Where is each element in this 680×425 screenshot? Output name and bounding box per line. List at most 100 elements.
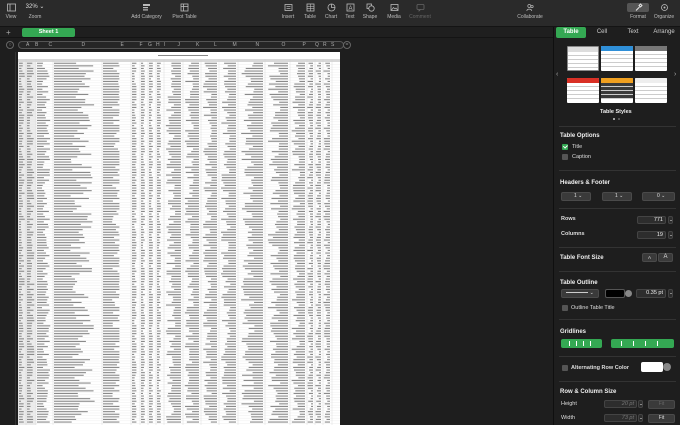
- alt-color-wheel-icon[interactable]: [663, 363, 671, 371]
- collaborate-button[interactable]: Collaborate: [512, 3, 548, 20]
- collaborate-icon: [525, 3, 535, 12]
- tab-cell[interactable]: Cell: [587, 27, 617, 38]
- shape-label: Shape: [362, 14, 378, 20]
- format-inspector: Table Cell Text Arrange ‹ › Table Styles: [553, 27, 680, 425]
- width-fit-button[interactable]: Fit: [648, 414, 675, 423]
- select-all-handle[interactable]: ○: [6, 41, 14, 49]
- header-columns-popup[interactable]: 1 ⌄: [602, 192, 632, 201]
- tab-sheet-1[interactable]: Sheet 1: [22, 28, 75, 37]
- column-header-e[interactable]: E: [121, 42, 124, 49]
- color-wheel-icon[interactable]: [625, 290, 632, 297]
- pivot-table-button[interactable]: Pivot Table: [168, 3, 201, 20]
- text-label: Text: [345, 14, 355, 20]
- spreadsheet-table[interactable]: [18, 52, 340, 425]
- columns-field[interactable]: 19: [637, 231, 666, 239]
- outline-width-stepper[interactable]: [668, 289, 673, 298]
- table-style-red[interactable]: [567, 78, 599, 103]
- table-cells[interactable]: [18, 52, 340, 425]
- rows-field[interactable]: 771: [637, 216, 666, 224]
- organize-label: Organize: [653, 14, 675, 20]
- styles-next-icon[interactable]: ›: [674, 71, 676, 78]
- outline-table-title-checkbox[interactable]: [562, 305, 568, 311]
- organize-button[interactable]: Organize: [649, 3, 679, 20]
- font-smaller-button[interactable]: A: [642, 253, 657, 262]
- column-header-o[interactable]: O: [282, 42, 286, 49]
- title-checkbox[interactable]: [562, 144, 568, 150]
- column-header-i[interactable]: I: [164, 42, 165, 49]
- styles-prev-icon[interactable]: ‹: [556, 71, 558, 78]
- headers-footer-heading: Headers & Footer: [560, 180, 611, 186]
- column-header-c[interactable]: C: [49, 42, 53, 49]
- column-header-q[interactable]: Q: [315, 42, 319, 49]
- column-header-r[interactable]: R: [323, 42, 327, 49]
- zoom-button[interactable]: 32% ⌄ Zoom: [20, 3, 50, 20]
- columns-stepper[interactable]: [668, 231, 673, 239]
- pivot-table-label: Pivot Table: [172, 14, 197, 20]
- height-fit-button[interactable]: Fit: [648, 400, 675, 409]
- column-header-h[interactable]: H: [156, 42, 160, 49]
- comment-label: Comment: [409, 14, 431, 20]
- column-headers: AB C D E FGHI J K L M N O P QRS: [18, 41, 344, 49]
- column-header-a[interactable]: A: [26, 42, 29, 49]
- table-header-row[interactable]: [18, 59, 340, 62]
- outline-width-field[interactable]: 0.35 pt: [636, 289, 666, 298]
- shape-icon: [366, 3, 375, 12]
- height-stepper[interactable]: [638, 400, 643, 408]
- table-font-size-heading: Table Font Size: [560, 255, 604, 261]
- column-header-g[interactable]: G: [148, 42, 152, 49]
- column-header-n[interactable]: N: [256, 42, 260, 49]
- sheet-canvas[interactable]: ○ AB C D E FGHI J K L M N O P QRS =: [0, 38, 553, 425]
- collaborate-label: Collaborate: [517, 14, 543, 20]
- table-style-orange[interactable]: [601, 78, 633, 103]
- comment-button[interactable]: Comment: [405, 3, 435, 20]
- column-header-s[interactable]: S: [331, 42, 334, 49]
- rows-label: Rows: [561, 216, 576, 222]
- width-stepper[interactable]: [638, 414, 643, 422]
- page-dot[interactable]: [618, 118, 620, 120]
- rows-stepper[interactable]: [668, 216, 673, 224]
- add-sheet-icon[interactable]: +: [6, 27, 11, 38]
- tab-table[interactable]: Table: [556, 27, 586, 38]
- footer-rows-popup[interactable]: 0 ⌄: [642, 192, 675, 201]
- table-style-plain[interactable]: [567, 46, 599, 71]
- outline-color-well[interactable]: [605, 289, 625, 298]
- row-column-size-heading: Row & Column Size: [560, 389, 617, 395]
- table-style-blue[interactable]: [601, 46, 633, 71]
- format-label: Format: [630, 14, 646, 20]
- column-header-p[interactable]: P: [303, 42, 306, 49]
- alternating-row-color-checkbox[interactable]: [562, 365, 568, 371]
- add-column-handle[interactable]: =: [343, 41, 351, 49]
- height-label: Height: [561, 401, 577, 407]
- height-field[interactable]: 20 pt: [604, 400, 637, 408]
- tab-text[interactable]: Text: [618, 27, 648, 38]
- table-style-light[interactable]: [635, 78, 667, 103]
- row-headers-gutter: [8, 52, 16, 425]
- column-header-l[interactable]: L: [214, 42, 217, 49]
- table-title[interactable]: [158, 55, 208, 56]
- width-field[interactable]: 73 pt: [604, 414, 637, 422]
- caption-checkbox[interactable]: [562, 154, 568, 160]
- numbers-window: View 32% ⌄ Zoom Add Category Pivot Table…: [0, 0, 680, 425]
- add-category-button[interactable]: Add Category: [129, 3, 164, 20]
- outline-line-style-popup[interactable]: ⌄: [561, 289, 599, 298]
- column-header-f[interactable]: F: [140, 42, 143, 49]
- font-larger-button[interactable]: A: [658, 253, 673, 262]
- table-style-gray[interactable]: [635, 46, 667, 71]
- column-header-m[interactable]: M: [233, 42, 237, 49]
- tab-arrange[interactable]: Arrange: [649, 27, 679, 38]
- pivot-table-icon: [180, 3, 189, 12]
- column-header-k[interactable]: K: [196, 42, 199, 49]
- gridlines-vertical-toggles[interactable]: [611, 339, 674, 348]
- header-rows-popup[interactable]: 1 ⌄: [561, 192, 591, 201]
- column-header-b[interactable]: B: [35, 42, 38, 49]
- page-dot-active[interactable]: [613, 118, 615, 120]
- column-header-d[interactable]: D: [82, 42, 86, 49]
- insert-icon: [284, 3, 293, 12]
- insert-label: Insert: [281, 14, 295, 20]
- column-header-j[interactable]: J: [178, 42, 181, 49]
- gridlines-horizontal-toggles[interactable]: [561, 339, 602, 348]
- alternating-color-well[interactable]: [641, 362, 663, 372]
- add-category-label: Add Category: [131, 14, 162, 20]
- zoom-value: 32% ⌄: [25, 4, 45, 10]
- table-body-rows[interactable]: [18, 62, 340, 424]
